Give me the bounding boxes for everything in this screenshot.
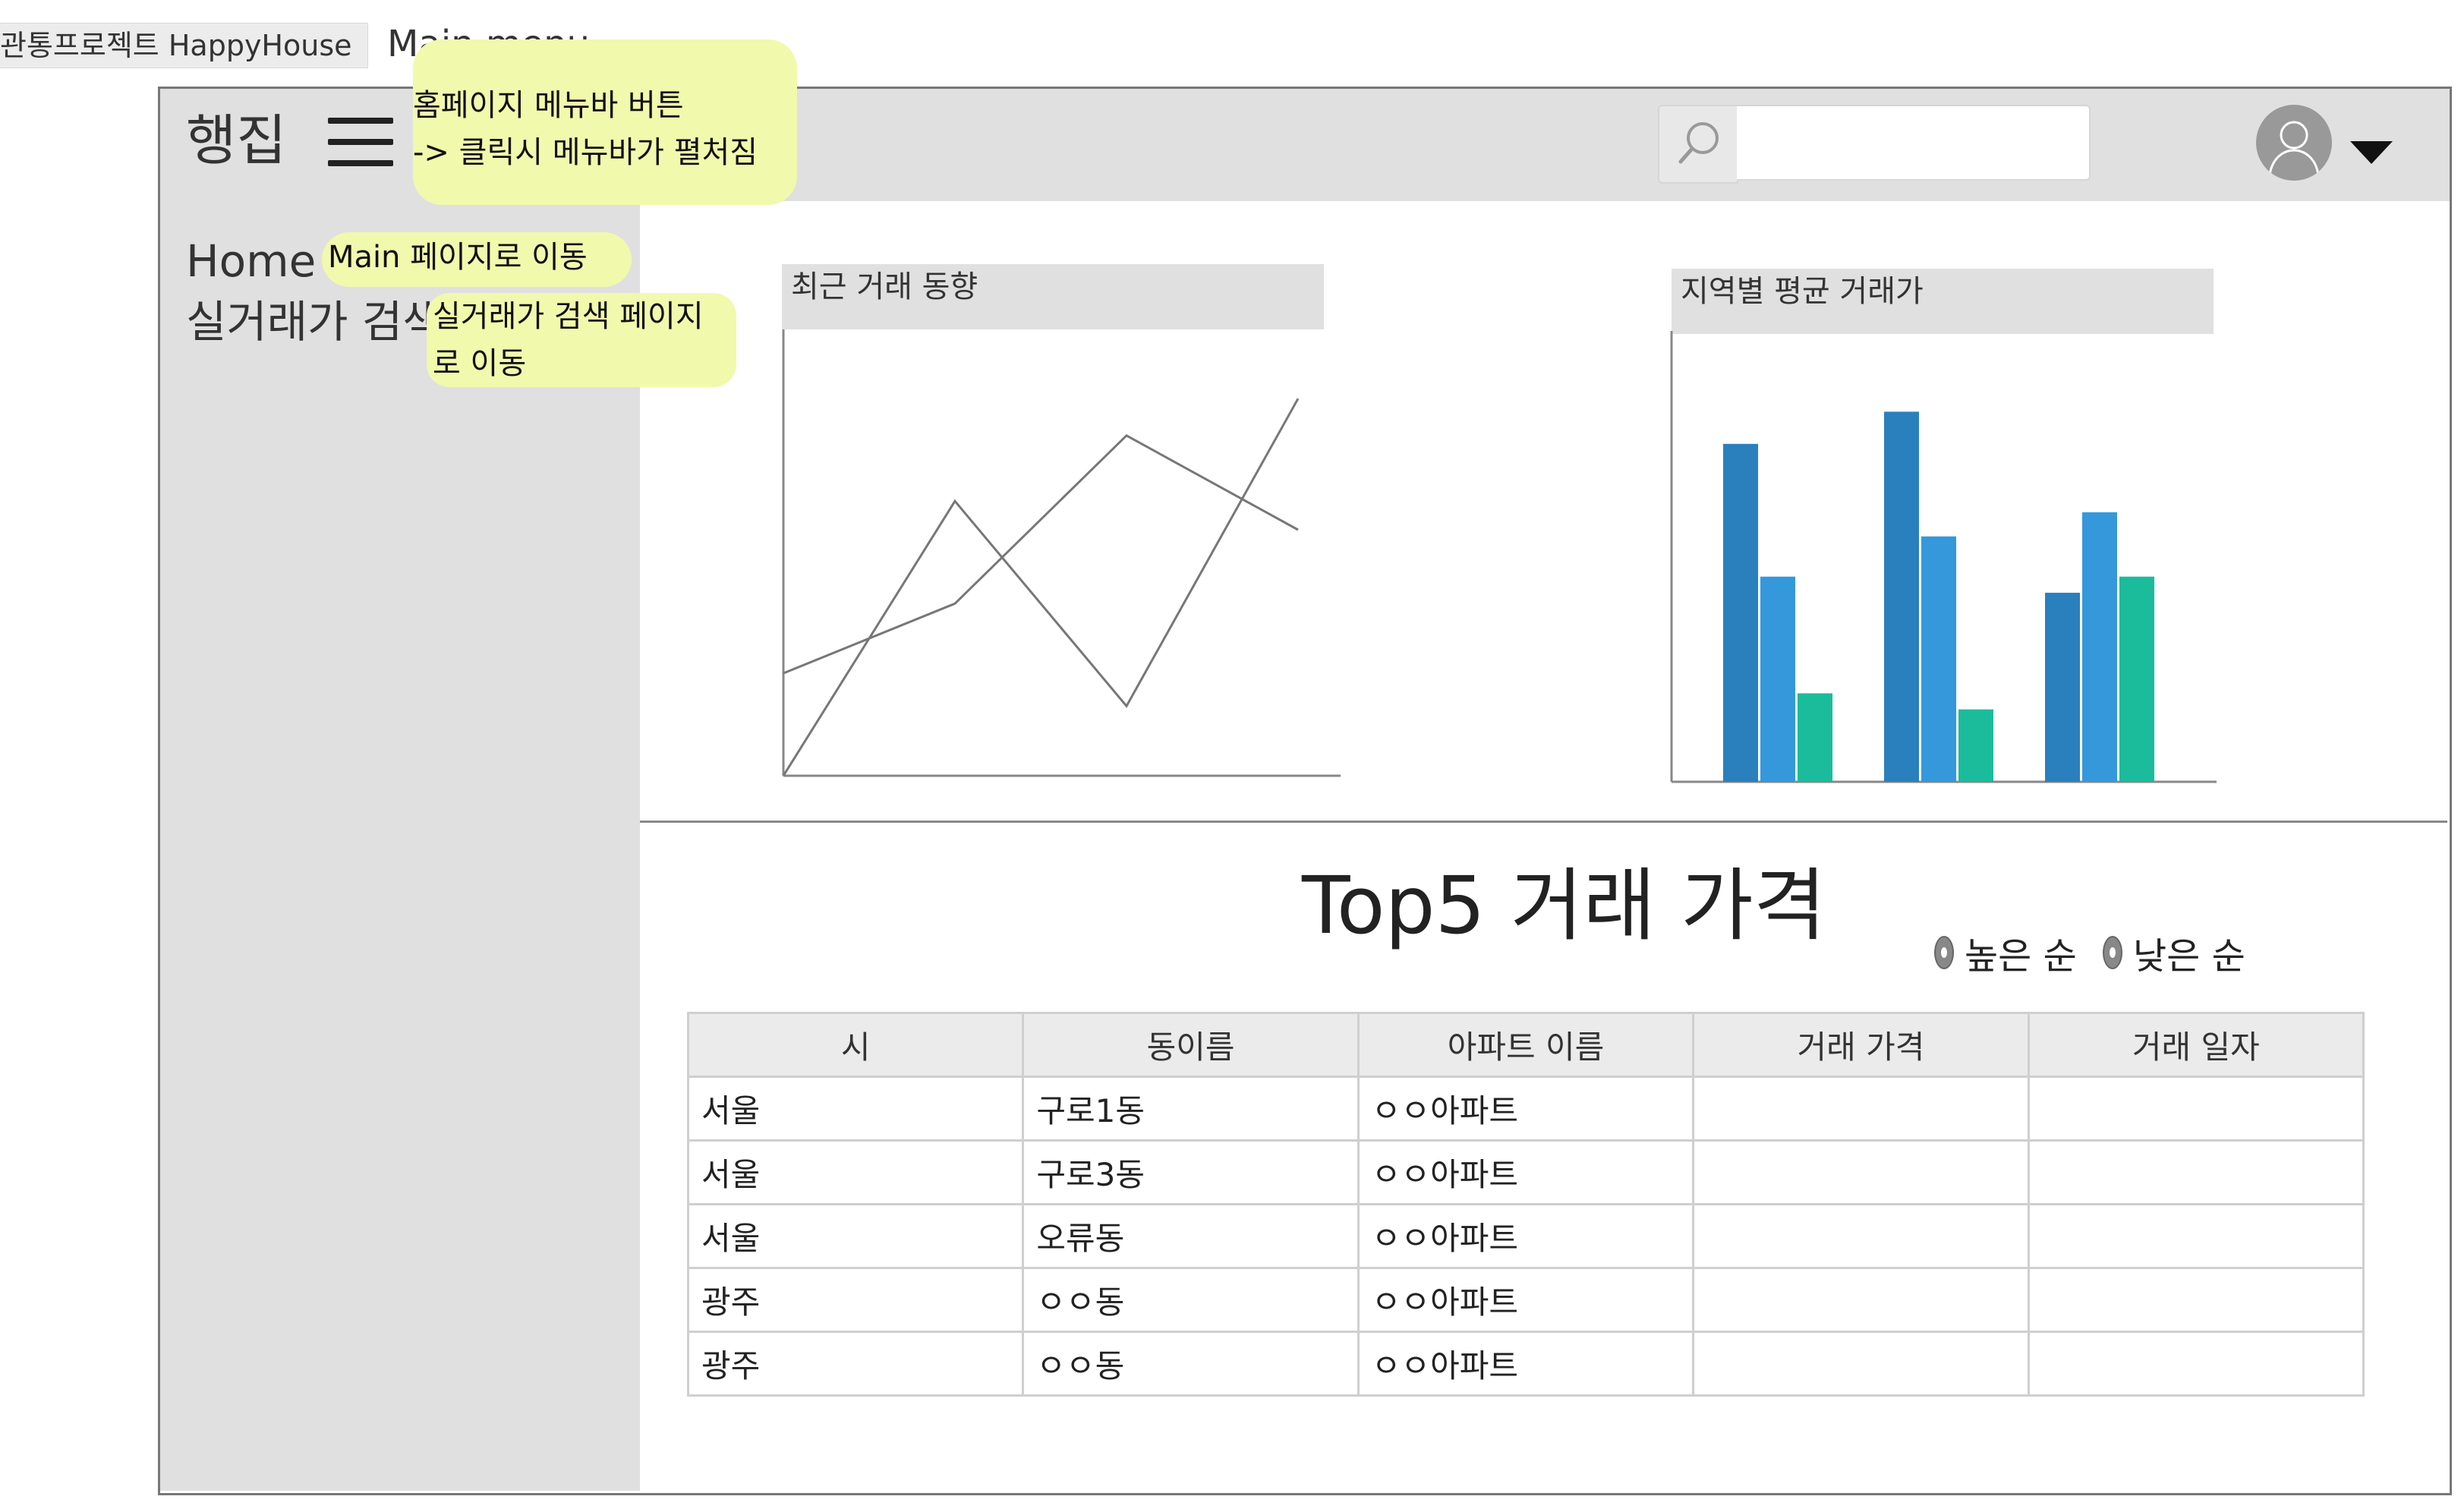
note-menu-button: 홈페이지 메뉴바 버튼 -> 클릭시 메뉴바가 펼처짐 bbox=[413, 39, 797, 205]
table-cell: 서울 bbox=[686, 1203, 1025, 1269]
bar-group1-series1 bbox=[1723, 443, 1758, 782]
bar-group2-series2 bbox=[1921, 536, 1956, 782]
table-cell bbox=[2027, 1139, 2365, 1205]
brand-logo[interactable]: 행집 bbox=[186, 106, 286, 175]
table-row[interactable]: 광주 ㅇㅇ동 ㅇㅇ아파트 bbox=[686, 1331, 2365, 1397]
table-cell bbox=[2027, 1076, 2365, 1142]
bar-group3-series3 bbox=[2119, 576, 2154, 782]
search-input[interactable] bbox=[1737, 105, 2091, 181]
table-cell bbox=[1692, 1267, 2030, 1333]
table-cell bbox=[2027, 1331, 2365, 1397]
table-cell bbox=[1692, 1331, 2030, 1397]
bar-group2-series1 bbox=[1884, 411, 1919, 782]
column-header[interactable]: 아파트 이름 bbox=[1357, 1012, 1695, 1078]
table-cell: ㅇㅇ아파트 bbox=[1357, 1139, 1695, 1205]
table-cell: 광주 bbox=[686, 1267, 1025, 1333]
bar-group1-series3 bbox=[1798, 693, 1832, 782]
table-cell: ㅇㅇ동 bbox=[1022, 1331, 1360, 1397]
bar-chart bbox=[1670, 331, 2217, 783]
bar-group3-series2 bbox=[2082, 512, 2117, 782]
table-cell: ㅇㅇ아파트 bbox=[1357, 1076, 1695, 1142]
line-series-1 bbox=[783, 433, 1299, 675]
section-divider bbox=[640, 821, 2447, 823]
sidebar-item-search[interactable]: 실거래가 검색 bbox=[186, 293, 443, 351]
column-header[interactable]: 동이름 bbox=[1022, 1012, 1360, 1078]
column-header[interactable]: 시 bbox=[686, 1012, 1025, 1078]
table-cell: ㅇㅇ아파트 bbox=[1357, 1203, 1695, 1269]
table-row[interactable]: 서울 구로1동 ㅇㅇ아파트 bbox=[686, 1076, 2365, 1142]
table-cell: ㅇㅇ동 bbox=[1022, 1267, 1360, 1333]
dropdown-caret-icon[interactable] bbox=[2350, 141, 2393, 164]
table-header-row: 시 동이름 아파트 이름 거래 가격 거래 일자 bbox=[686, 1012, 2365, 1078]
table-cell: 서울 bbox=[686, 1139, 1025, 1205]
sidebar bbox=[160, 201, 640, 1491]
radio-icon[interactable] bbox=[1934, 936, 1954, 969]
column-header[interactable]: 거래 가격 bbox=[1692, 1012, 2030, 1078]
note-line: 홈페이지 메뉴바 버튼 bbox=[413, 88, 684, 123]
table-cell: ㅇㅇ아파트 bbox=[1357, 1267, 1695, 1333]
line-series-2 bbox=[782, 398, 1300, 776]
table-cell bbox=[2027, 1267, 2365, 1333]
sidebar-item-home[interactable]: Home bbox=[186, 232, 316, 290]
search-icon bbox=[1678, 122, 1719, 164]
table-cell: 오류동 bbox=[1022, 1203, 1360, 1269]
menu-icon[interactable] bbox=[328, 118, 393, 166]
bar-group3-series1 bbox=[2045, 592, 2080, 782]
table-row[interactable]: 서울 구로3동 ㅇㅇ아파트 bbox=[686, 1139, 2365, 1205]
table-cell: 광주 bbox=[686, 1331, 1025, 1397]
column-header[interactable]: 거래 일자 bbox=[2027, 1012, 2365, 1078]
bar-chart-title: 지역별 평균 거래가 bbox=[1672, 269, 2214, 334]
top5-table: 시 동이름 아파트 이름 거래 가격 거래 일자 서울 구로1동 ㅇㅇ아파트 서… bbox=[686, 1012, 2365, 1397]
note-line: 로 이동 bbox=[433, 346, 527, 381]
table-row[interactable]: 광주 ㅇㅇ동 ㅇㅇ아파트 bbox=[686, 1267, 2365, 1333]
sort-option-label: 높은 순 bbox=[1965, 935, 2077, 978]
sort-option-high[interactable]: 높은 순 bbox=[1934, 926, 2077, 979]
radio-icon[interactable] bbox=[2103, 936, 2122, 969]
line-chart-title: 최근 거래 동향 bbox=[782, 264, 1324, 329]
table-cell bbox=[1692, 1139, 2030, 1205]
line-chart bbox=[782, 329, 1341, 777]
note-home: Main 페이지로 이동 bbox=[322, 232, 632, 287]
table-row[interactable]: 서울 오류동 ㅇㅇ아파트 bbox=[686, 1203, 2365, 1269]
table-cell bbox=[2027, 1203, 2365, 1269]
search-button[interactable] bbox=[1658, 105, 1738, 184]
table-cell bbox=[1692, 1076, 2030, 1142]
table-cell: ㅇㅇ아파트 bbox=[1357, 1331, 1695, 1397]
project-tab[interactable]: 관통프로젝트 HappyHouse bbox=[0, 23, 368, 68]
note-line: -> 클릭시 메뉴바가 펼처짐 bbox=[413, 135, 758, 170]
table-cell: 구로3동 bbox=[1022, 1139, 1360, 1205]
table-cell bbox=[1692, 1203, 2030, 1269]
sort-option-low[interactable]: 낮은 순 bbox=[2103, 926, 2245, 979]
top5-title: Top5 거래 가격 bbox=[1302, 859, 1826, 952]
bar-group1-series2 bbox=[1760, 576, 1795, 782]
table-cell: 구로1동 bbox=[1022, 1076, 1360, 1142]
bar-group2-series3 bbox=[1958, 709, 1993, 782]
note-line: 실거래가 검색 페이지 bbox=[433, 299, 704, 334]
table-cell: 서울 bbox=[686, 1076, 1025, 1142]
user-avatar-icon[interactable] bbox=[2256, 105, 2332, 181]
sort-option-label: 낮은 순 bbox=[2133, 935, 2245, 978]
note-search-page: 실거래가 검색 페이지 로 이동 bbox=[427, 293, 736, 387]
